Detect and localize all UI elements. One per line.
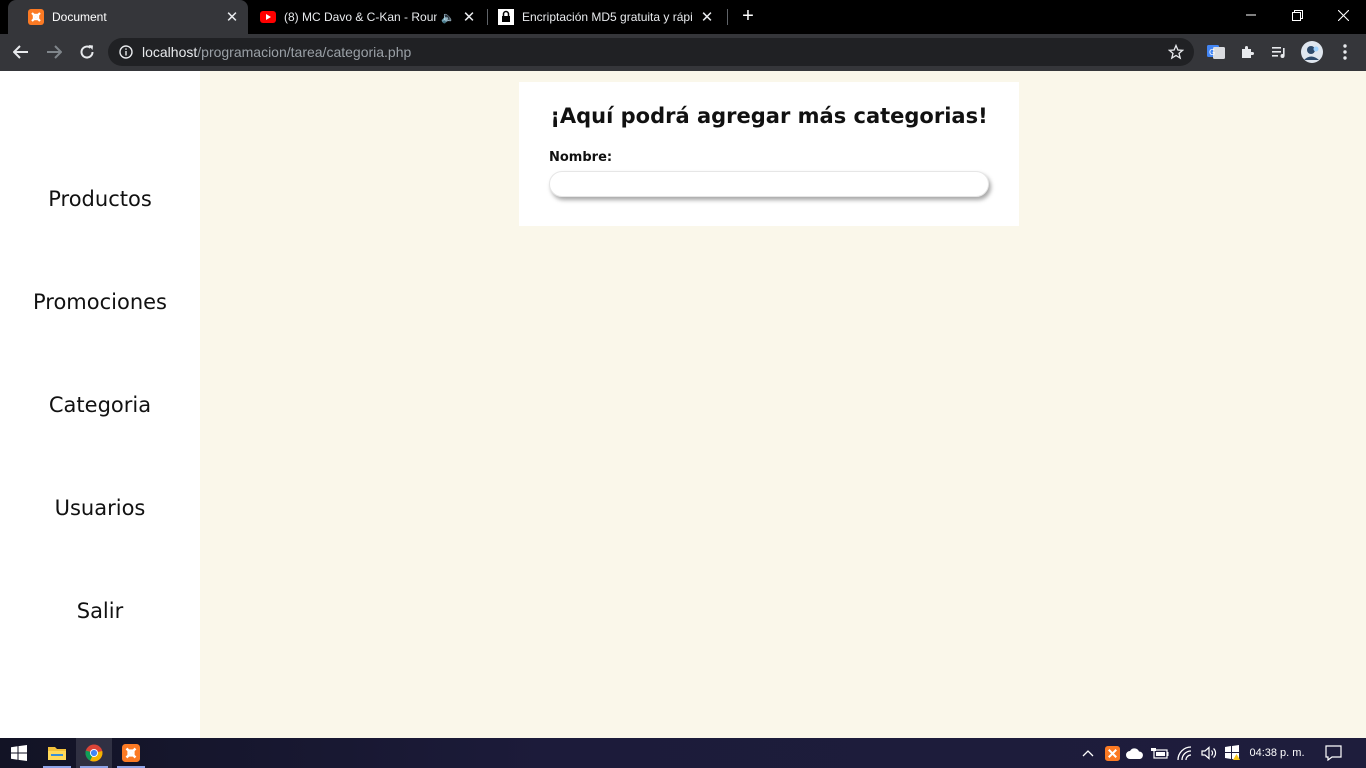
tab-strip: Document ✕ (8) MC Davo & C-Kan - Round 🔈… bbox=[0, 0, 1366, 34]
minimize-icon[interactable] bbox=[1228, 0, 1274, 30]
sidebar: Productos Promociones Categoria Usuarios… bbox=[0, 71, 200, 738]
action-center-notification-icon[interactable] bbox=[1318, 738, 1348, 768]
lock-icon bbox=[498, 9, 514, 25]
close-tab-icon[interactable]: ✕ bbox=[699, 9, 715, 26]
reload-icon[interactable] bbox=[74, 39, 100, 65]
sidebar-item-promociones[interactable]: Promociones bbox=[0, 290, 200, 314]
browser-toolbar: localhost/programacion/tarea/categoria.p… bbox=[0, 34, 1366, 71]
restore-icon[interactable] bbox=[1274, 0, 1320, 30]
xampp-icon bbox=[28, 9, 44, 25]
url-text: localhost/programacion/tarea/categoria.p… bbox=[142, 44, 411, 60]
media-queue-icon[interactable] bbox=[1268, 41, 1290, 63]
xampp-icon[interactable] bbox=[113, 738, 149, 768]
sidebar-item-productos[interactable]: Productos bbox=[0, 187, 200, 211]
tab-separator bbox=[727, 9, 728, 25]
sidebar-item-salir[interactable]: Salir bbox=[0, 599, 200, 623]
category-form-card: ¡Aquí podrá agregar más categorias! Nomb… bbox=[519, 82, 1019, 226]
svg-text:G: G bbox=[1209, 48, 1215, 57]
chrome-icon[interactable] bbox=[76, 738, 112, 768]
battery-plugged-icon[interactable] bbox=[1149, 738, 1171, 768]
close-window-icon[interactable] bbox=[1320, 0, 1366, 30]
profile-avatar-icon[interactable] bbox=[1301, 41, 1323, 63]
security-warning-icon[interactable] bbox=[1221, 738, 1243, 768]
xampp-tray-icon[interactable] bbox=[1101, 738, 1123, 768]
sidebar-item-categoria[interactable]: Categoria bbox=[0, 393, 200, 417]
tab-title: (8) MC Davo & C-Kan - Round bbox=[284, 10, 438, 24]
back-icon[interactable] bbox=[8, 39, 34, 65]
google-translate-icon[interactable]: G bbox=[1205, 41, 1227, 63]
close-tab-icon[interactable]: ✕ bbox=[461, 9, 477, 26]
bookmark-star-icon[interactable] bbox=[1167, 43, 1185, 60]
close-tab-icon[interactable]: ✕ bbox=[224, 9, 240, 26]
tab-title: Document bbox=[52, 10, 107, 24]
tab-youtube[interactable]: (8) MC Davo & C-Kan - Round 🔈 ✕ bbox=[240, 0, 485, 34]
tab-document[interactable]: Document ✕ bbox=[8, 0, 248, 34]
windows-start-icon[interactable] bbox=[0, 738, 38, 768]
site-info-icon[interactable] bbox=[118, 44, 134, 60]
show-hidden-icons-chevron-icon[interactable] bbox=[1078, 738, 1098, 768]
page-title: ¡Aquí podrá agregar más categorias! bbox=[550, 104, 988, 128]
page-content: Productos Promociones Categoria Usuarios… bbox=[0, 71, 1366, 738]
windows-taskbar: 04:38 p. m. bbox=[0, 738, 1366, 768]
tab-title: Encriptación MD5 gratuita y rápida bbox=[522, 10, 693, 24]
new-tab-button[interactable]: + bbox=[737, 5, 759, 27]
category-name-input[interactable] bbox=[549, 171, 989, 197]
address-bar[interactable]: localhost/programacion/tarea/categoria.p… bbox=[108, 38, 1194, 66]
forward-icon[interactable] bbox=[41, 39, 67, 65]
speaker-icon[interactable]: 🔈 bbox=[441, 11, 455, 24]
volume-icon[interactable] bbox=[1198, 738, 1220, 768]
file-explorer-icon[interactable] bbox=[39, 738, 75, 768]
url-host: localhost bbox=[142, 44, 198, 60]
youtube-icon bbox=[260, 9, 276, 25]
name-label: Nombre: bbox=[549, 150, 613, 165]
sidebar-item-usuarios[interactable]: Usuarios bbox=[0, 496, 200, 520]
taskbar-clock[interactable]: 04:38 p. m. bbox=[1244, 738, 1310, 768]
url-path: /programacion/tarea/categoria.php bbox=[197, 44, 412, 60]
chrome-menu-icon[interactable] bbox=[1334, 41, 1356, 63]
onedrive-cloud-icon[interactable] bbox=[1124, 738, 1146, 768]
extensions-puzzle-icon[interactable] bbox=[1236, 41, 1258, 63]
wifi-icon[interactable] bbox=[1174, 738, 1196, 768]
tab-md5[interactable]: Encriptación MD5 gratuita y rápida ✕ bbox=[478, 0, 723, 34]
